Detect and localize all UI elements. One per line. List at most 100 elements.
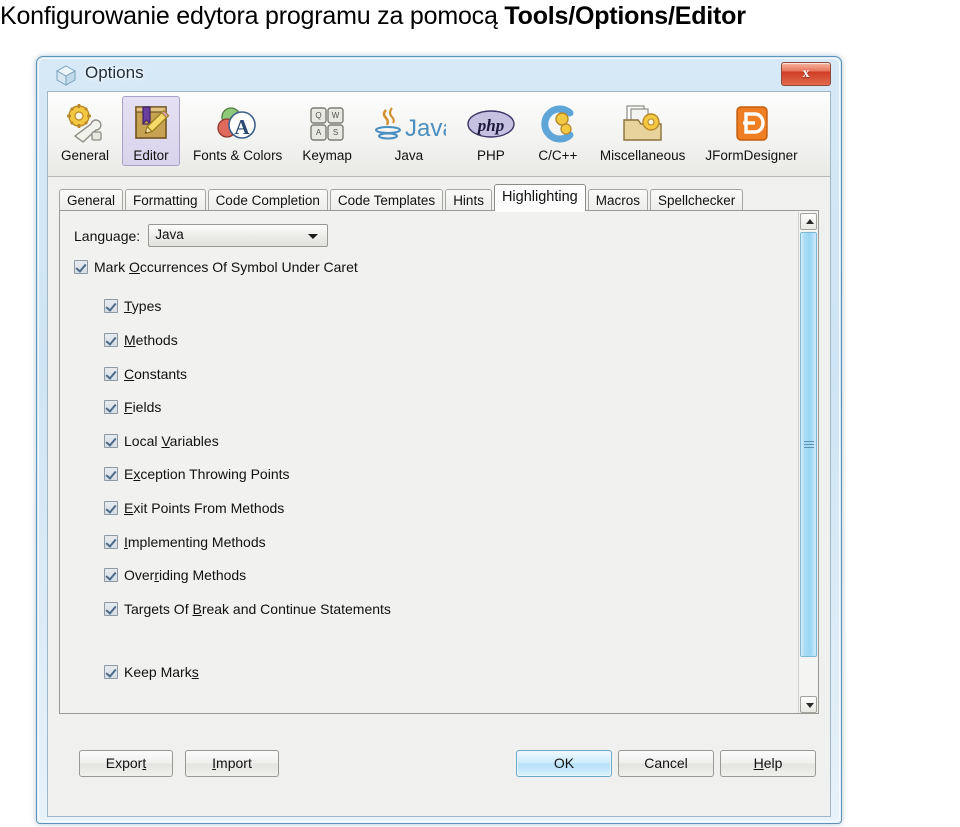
scrollbar-thumb[interactable] xyxy=(800,232,817,657)
category-label: Keymap xyxy=(302,148,352,163)
category-label: PHP xyxy=(476,148,505,163)
vertical-scrollbar[interactable] xyxy=(798,212,817,713)
cube-icon xyxy=(55,65,77,86)
gear-wrench-icon xyxy=(63,101,107,147)
checkbox-row-keep-marks[interactable]: Keep Marks xyxy=(104,664,199,680)
caption-bold-text: Tools/Options/Editor xyxy=(504,2,746,30)
checkbox-mark-occurrences[interactable] xyxy=(74,260,88,274)
svg-text:S: S xyxy=(333,128,338,137)
options-dialog-window: Options x General Editor A Fonts & Color… xyxy=(36,56,842,824)
export-button[interactable]: Export xyxy=(79,750,173,777)
category-label: Editor xyxy=(133,148,169,163)
checkbox-types[interactable] xyxy=(104,299,118,313)
category-keymap[interactable]: Q W A S Keymap xyxy=(295,96,359,166)
folder-documents-gear-icon xyxy=(619,101,667,147)
checkbox-row-types[interactable]: Types xyxy=(104,298,161,314)
tab-strip: General Formatting Code Completion Code … xyxy=(59,184,745,211)
scroll-down-button[interactable] xyxy=(800,696,817,713)
language-dropdown[interactable]: Java xyxy=(148,224,329,247)
scroll-up-button[interactable] xyxy=(800,213,817,230)
tab-highlighting[interactable]: Highlighting xyxy=(493,184,586,211)
tab-spellchecker[interactable]: Spellchecker xyxy=(650,189,744,211)
category-label: Java xyxy=(394,148,424,163)
ok-button[interactable]: OK xyxy=(516,750,612,777)
dialog-button-bar: Export Import OK Cancel Help xyxy=(48,736,830,816)
category-label: Fonts & Colors xyxy=(193,148,283,163)
checkbox-label: Types xyxy=(124,298,162,314)
import-button[interactable]: Import xyxy=(185,750,279,777)
checkbox-row-constants[interactable]: Constants xyxy=(104,366,187,382)
window-title: Options xyxy=(85,63,144,82)
page-caption: Konfigurowanie edytora programu za pomoc… xyxy=(0,2,960,38)
category-label: General xyxy=(61,148,110,163)
checkbox-fields[interactable] xyxy=(104,400,118,414)
checkbox-row-exception-throwing-points[interactable]: Exception Throwing Points xyxy=(104,466,290,482)
c-gear-icon xyxy=(536,101,580,147)
tab-hints[interactable]: Hints xyxy=(445,189,492,211)
checkbox-keep-marks[interactable] xyxy=(104,665,118,679)
checkbox-label: Keep Marks xyxy=(124,664,199,680)
checkbox-local-variables[interactable] xyxy=(104,434,118,448)
svg-text:php: php xyxy=(476,116,504,135)
tab-code-completion[interactable]: Code Completion xyxy=(207,189,328,211)
checkbox-row-overriding-methods[interactable]: Overriding Methods xyxy=(104,567,246,583)
dialog-client-area: General Editor A Fonts & Colors Q W A S … xyxy=(47,91,831,817)
checkbox-row-local-variables[interactable]: Local Variables xyxy=(104,433,219,449)
checkbox-label: Mark Occurrences Of Symbol Under Caret xyxy=(94,259,358,275)
scroll-up-icon xyxy=(806,219,814,224)
title-bar: Options x xyxy=(41,61,837,91)
checkbox-constants[interactable] xyxy=(104,367,118,381)
close-button[interactable]: x xyxy=(781,62,831,86)
caption-normal-text: Konfigurowanie edytora programu za pomoc… xyxy=(0,2,505,30)
tab-general[interactable]: General xyxy=(59,189,124,211)
tab-macros[interactable]: Macros xyxy=(587,189,648,211)
category-toolbar: General Editor A Fonts & Colors Q W A S … xyxy=(48,92,830,177)
checkbox-exception-throwing-points[interactable] xyxy=(104,467,118,481)
category-editor[interactable]: Editor xyxy=(122,96,181,166)
scrollbar-grip-icon xyxy=(804,440,814,449)
checkbox-label: Fields xyxy=(124,399,162,415)
checkbox-exit-points-from-methods[interactable] xyxy=(104,501,118,515)
keyboard-keys-icon: Q W A S xyxy=(305,101,349,147)
category-label: JFormDesigner xyxy=(705,148,798,163)
checkbox-row-methods[interactable]: Methods xyxy=(104,332,178,348)
category-miscellaneous[interactable]: Miscellaneous xyxy=(593,96,693,166)
checkbox-label: Exception Throwing Points xyxy=(124,466,290,482)
category-label: Miscellaneous xyxy=(599,148,686,163)
checkbox-label: Overriding Methods xyxy=(124,567,247,583)
language-label: Language: xyxy=(74,227,141,244)
close-icon: x xyxy=(802,66,810,81)
cancel-button[interactable]: Cancel xyxy=(618,750,714,777)
checkbox-implementing-methods[interactable] xyxy=(104,535,118,549)
checkbox-methods[interactable] xyxy=(104,333,118,347)
php-logo-icon: php xyxy=(466,101,516,147)
checkbox-targets-of-break-and-continue[interactable] xyxy=(104,602,118,616)
category-java[interactable]: Java Java xyxy=(365,96,453,166)
svg-text:Q: Q xyxy=(315,111,321,120)
checkbox-label: Implementing Methods xyxy=(124,534,266,550)
category-label: C/C++ xyxy=(538,148,578,163)
svg-text:A: A xyxy=(234,115,250,139)
checkbox-label: Local Variables xyxy=(124,433,219,449)
category-fonts-and-colors[interactable]: A Fonts & Colors xyxy=(186,96,289,166)
checkbox-row-targets-of-break-and-continue[interactable]: Targets Of Break and Continue Statements xyxy=(104,601,391,617)
category-php[interactable]: php PHP xyxy=(459,96,523,166)
checkbox-overriding-methods[interactable] xyxy=(104,568,118,582)
svg-text:A: A xyxy=(316,128,322,137)
help-button[interactable]: Help xyxy=(720,750,816,777)
checkbox-row-fields[interactable]: Fields xyxy=(104,399,161,415)
category-jformdesigner[interactable]: JFormDesigner xyxy=(698,96,804,166)
checkbox-label: Constants xyxy=(124,366,188,382)
checkbox-row-mark-occurrences[interactable]: Mark Occurrences Of Symbol Under Caret xyxy=(74,259,358,275)
category-c-cpp[interactable]: C/C++ xyxy=(529,96,587,166)
checkbox-row-implementing-methods[interactable]: Implementing Methods xyxy=(104,534,266,550)
chevron-down-icon xyxy=(308,234,319,239)
checkbox-row-exit-points-from-methods[interactable]: Exit Points From Methods xyxy=(104,500,284,516)
tab-formatting[interactable]: Formatting xyxy=(125,189,206,211)
svg-text:Java: Java xyxy=(405,115,446,142)
java-coffee-cup-icon: Java xyxy=(372,101,446,147)
tab-code-templates[interactable]: Code Templates xyxy=(329,189,444,211)
checkbox-label: Exit Points From Methods xyxy=(124,500,285,516)
category-general[interactable]: General xyxy=(54,96,116,166)
jformdesigner-icon xyxy=(730,101,774,147)
